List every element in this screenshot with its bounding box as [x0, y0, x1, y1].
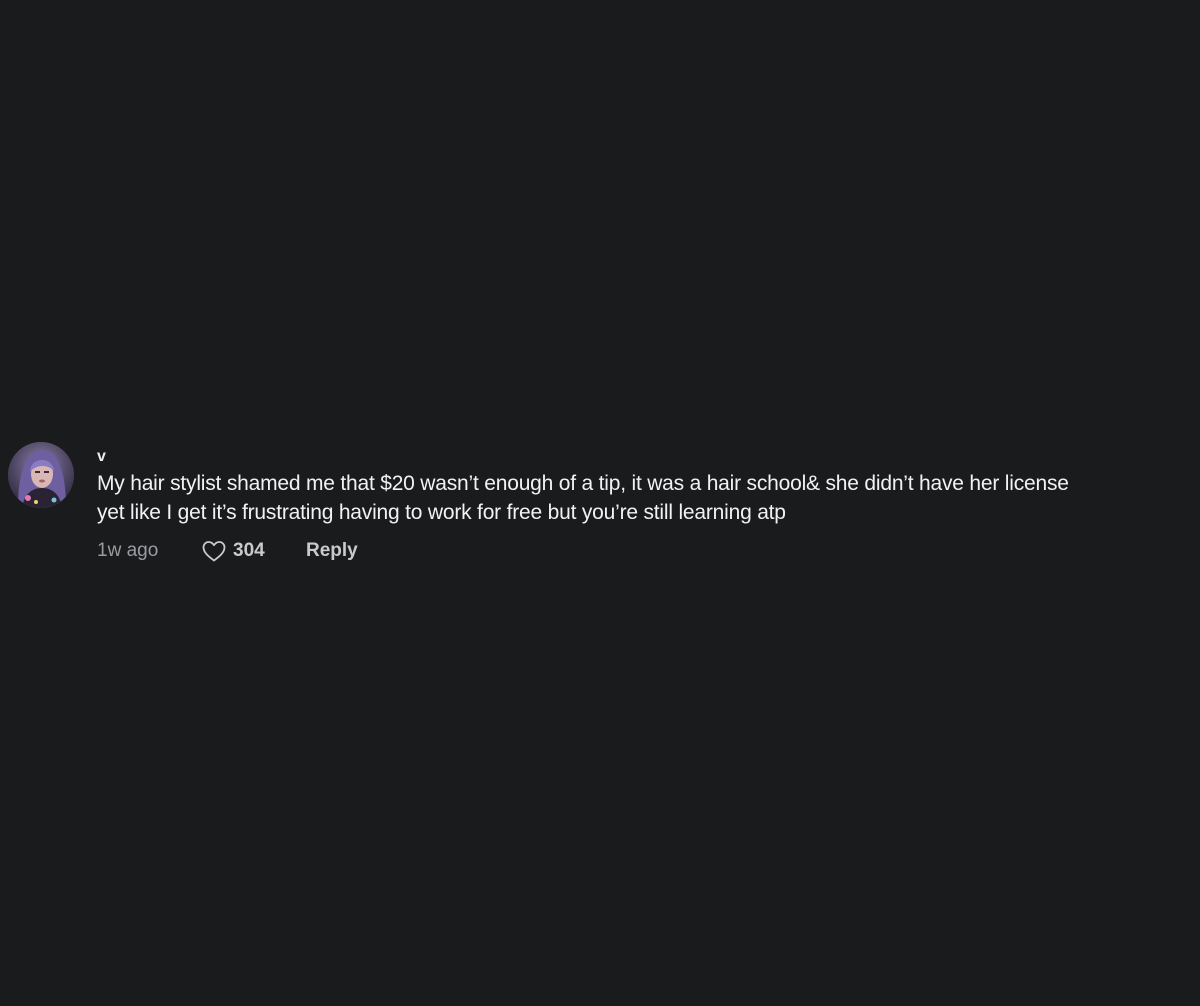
like-button[interactable]: 304 — [201, 539, 306, 563]
comment-body: v My hair stylist shamed me that $20 was… — [97, 442, 1196, 565]
like-count: 304 — [233, 540, 265, 561]
avatar[interactable] — [8, 442, 74, 508]
avatar-image — [8, 442, 74, 508]
comment-text-line-2: yet like I get it’s frustrating having t… — [97, 501, 786, 524]
comment-meta: 1w ago 304 Reply — [97, 537, 1196, 565]
reply-button[interactable]: Reply — [306, 540, 358, 562]
comment-text: My hair stylist shamed me that $20 wasn’… — [97, 469, 1196, 527]
comment-username[interactable]: v — [97, 447, 1196, 467]
comment-text-line-1: My hair stylist shamed me that $20 wasn’… — [97, 472, 1069, 495]
heart-outline-icon — [202, 541, 226, 562]
comment-timestamp: 1w ago — [97, 540, 159, 561]
